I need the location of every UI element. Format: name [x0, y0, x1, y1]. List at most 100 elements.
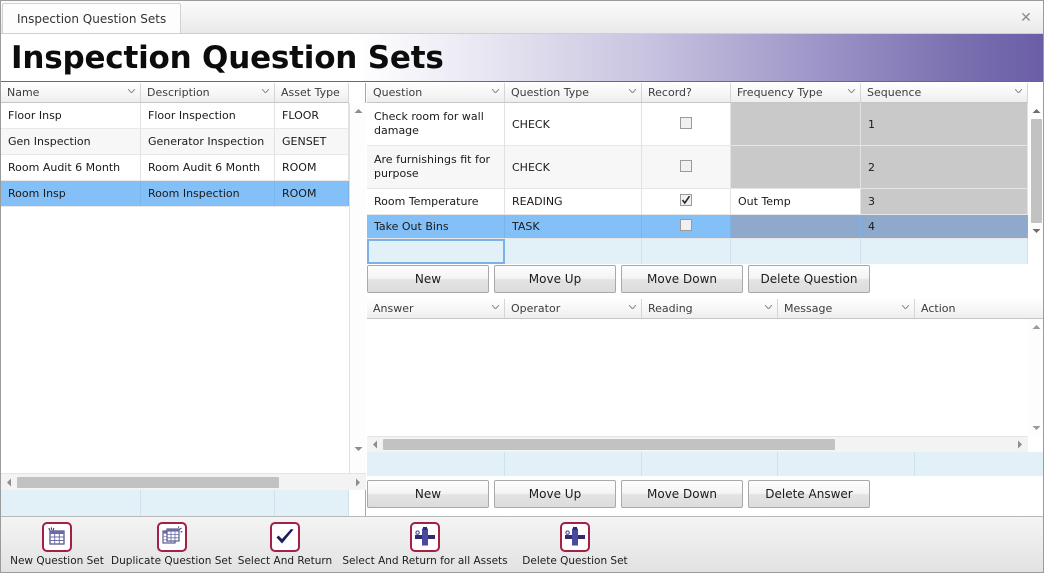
cell-question-type: TASK: [505, 215, 642, 238]
scroll-down-icon[interactable]: [1028, 223, 1043, 239]
new-row-cell-sequence[interactable]: [861, 239, 1028, 264]
scroll-down-icon[interactable]: [1028, 420, 1043, 436]
column-header-record[interactable]: Record?: [642, 83, 731, 102]
scroll-down-icon[interactable]: [350, 441, 366, 457]
column-header-message[interactable]: Message: [778, 299, 915, 318]
table-row[interactable]: Room Audit 6 Month Room Audit 6 Month RO…: [1, 155, 349, 181]
column-header-label: Operator: [511, 302, 561, 315]
page-title: Inspection Question Sets: [11, 40, 444, 76]
delete-answer-button[interactable]: Delete Answer: [748, 480, 870, 508]
new-question-button[interactable]: New: [367, 265, 489, 293]
table-row[interactable]: Room Temperature READING Out Temp 3: [367, 189, 1028, 215]
questions-rows: Check room for wall damage CHECK 1 Are f…: [367, 103, 1028, 239]
column-header-frequency-type[interactable]: Frequency Type: [731, 83, 861, 102]
chevron-down-icon[interactable]: [765, 305, 772, 309]
checkbox-unchecked-icon[interactable]: [680, 159, 692, 175]
table-row[interactable]: Floor Insp Floor Inspection FLOOR: [1, 103, 349, 129]
move-up-answer-button[interactable]: Move Up: [494, 480, 616, 508]
table-row-selected[interactable]: Take Out Bins TASK 4: [367, 215, 1028, 239]
questions-new-row[interactable]: [367, 239, 1028, 264]
question-sets-vertical-scrollbar[interactable]: [349, 103, 366, 473]
new-answer-button[interactable]: New: [367, 480, 489, 508]
horizontal-scroll-thumb[interactable]: [17, 476, 279, 488]
window-tab-inspection-question-sets[interactable]: Inspection Question Sets: [2, 3, 182, 33]
toolbar-new-question-set[interactable]: New Question Set: [1, 517, 113, 567]
chevron-down-icon[interactable]: [492, 89, 499, 93]
column-header-operator[interactable]: Operator: [505, 299, 642, 318]
column-header-asset-type[interactable]: Asset Type: [275, 83, 349, 102]
cell-record[interactable]: [642, 146, 731, 188]
delete-question-button[interactable]: Delete Question: [748, 265, 870, 293]
scroll-right-icon[interactable]: [350, 474, 366, 490]
chevron-down-icon[interactable]: [902, 305, 909, 309]
column-header-reading[interactable]: Reading: [642, 299, 778, 318]
scroll-left-icon[interactable]: [367, 437, 383, 452]
new-row-cell-answer[interactable]: [367, 452, 505, 476]
column-header-answer[interactable]: Answer: [367, 299, 505, 318]
table-row[interactable]: Are furnishings fit for purpose CHECK 2: [367, 146, 1028, 189]
column-header-action[interactable]: Action: [915, 299, 1043, 318]
new-row-cell-question[interactable]: [367, 239, 505, 264]
checkbox-checked-icon[interactable]: [680, 194, 692, 209]
scroll-right-icon[interactable]: [1012, 437, 1028, 452]
new-row-cell-asset-type[interactable]: [275, 490, 349, 516]
question-sets-new-row[interactable]: [1, 490, 349, 516]
chevron-down-icon[interactable]: [492, 305, 499, 309]
scroll-up-icon[interactable]: [350, 103, 366, 119]
move-down-answer-button[interactable]: Move Down: [621, 480, 743, 508]
new-row-cell-message[interactable]: [778, 452, 915, 476]
new-row-cell-question-type[interactable]: [505, 239, 642, 264]
column-header-question-type[interactable]: Question Type: [505, 83, 642, 102]
question-sets-horizontal-scrollbar[interactable]: [1, 473, 366, 490]
toolbar-delete-question-set[interactable]: Delete Question Set: [510, 517, 640, 567]
answers-header-row: Answer Operator Reading Message Action: [367, 299, 1043, 319]
table-row-selected[interactable]: Room Insp Room Inspection ROOM: [1, 181, 349, 207]
column-header-description[interactable]: Description: [141, 83, 275, 102]
column-header-sequence[interactable]: Sequence: [861, 83, 1028, 102]
column-header-label: Message: [784, 302, 833, 315]
move-down-question-button[interactable]: Move Down: [621, 265, 743, 293]
checkbox-unchecked-icon[interactable]: [680, 116, 692, 132]
toolbar-label: Select And Return for all Assets: [342, 555, 508, 567]
column-header-name[interactable]: Name: [1, 83, 141, 102]
cell-frequency-type: [731, 215, 861, 238]
horizontal-scroll-thumb[interactable]: [383, 439, 835, 450]
column-header-label: Frequency Type: [737, 86, 823, 99]
scroll-up-icon[interactable]: [1028, 319, 1043, 335]
new-row-cell-reading[interactable]: [642, 452, 778, 476]
checkbox-unchecked-icon[interactable]: [680, 219, 692, 234]
new-row-cell-action[interactable]: [915, 452, 1043, 476]
chevron-down-icon[interactable]: [848, 89, 855, 93]
chevron-down-icon[interactable]: [128, 89, 135, 93]
table-row[interactable]: Gen Inspection Generator Inspection GENS…: [1, 129, 349, 155]
answers-new-row[interactable]: [367, 452, 1043, 476]
toolbar-label: New Question Set: [10, 555, 104, 567]
chevron-down-icon[interactable]: [1015, 89, 1022, 93]
scroll-up-icon[interactable]: [1028, 103, 1043, 119]
scroll-left-icon[interactable]: [1, 474, 17, 490]
new-row-cell-frequency-type[interactable]: [731, 239, 861, 264]
questions-vertical-scrollbar[interactable]: [1028, 103, 1043, 239]
new-row-cell-description[interactable]: [141, 490, 275, 516]
toolbar-select-and-return-all-assets[interactable]: Select And Return for all Assets: [340, 517, 510, 567]
toolbar-select-and-return[interactable]: Select And Return: [230, 517, 340, 567]
new-row-cell-name[interactable]: [1, 490, 141, 516]
chevron-down-icon[interactable]: [629, 305, 636, 309]
answers-vertical-scrollbar[interactable]: [1028, 319, 1043, 436]
cell-record[interactable]: [642, 103, 731, 145]
column-header-question[interactable]: Question: [367, 83, 505, 102]
answers-horizontal-scrollbar[interactable]: [367, 436, 1028, 452]
close-icon[interactable]: ✕: [1017, 9, 1035, 27]
vertical-scroll-thumb[interactable]: [1031, 119, 1042, 223]
new-row-cell-record[interactable]: [642, 239, 731, 264]
chevron-down-icon[interactable]: [262, 89, 269, 93]
cell-record[interactable]: [642, 189, 731, 214]
move-up-question-button[interactable]: Move Up: [494, 265, 616, 293]
cell-record[interactable]: [642, 215, 731, 238]
cell-sequence: 3: [861, 189, 1028, 214]
new-row-cell-operator[interactable]: [505, 452, 642, 476]
table-row[interactable]: Check room for wall damage CHECK 1: [367, 103, 1028, 146]
chevron-down-icon[interactable]: [629, 89, 636, 93]
toolbar-duplicate-question-set[interactable]: Duplicate Question Set: [111, 517, 232, 567]
cell-frequency-type: [731, 146, 861, 188]
